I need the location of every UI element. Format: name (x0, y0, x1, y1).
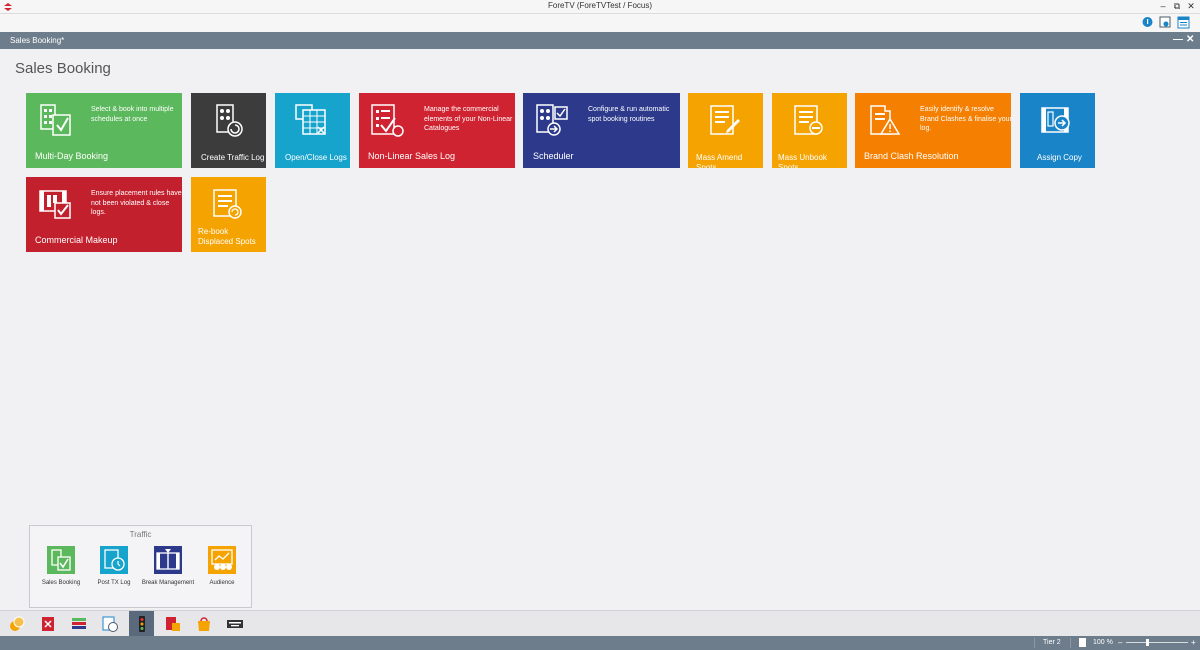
create-traffic-log-icon (216, 104, 243, 137)
commercial-makeup-icon (39, 190, 71, 219)
post-tx-log-icon (100, 546, 128, 574)
sales-report-icon[interactable] (164, 615, 182, 633)
zoom-in-button[interactable]: + (1191, 638, 1196, 647)
tile-multi-day-booking[interactable]: Select & book into multiple schedules at… (26, 93, 182, 168)
tile-description: Manage the commercial elements of your N… (424, 106, 513, 132)
tile-assign-copy[interactable]: Assign Copy (1020, 93, 1095, 168)
status-separator (1070, 638, 1071, 648)
shopping-bag-icon[interactable] (195, 615, 213, 633)
mass-amend-spots-icon (710, 105, 740, 135)
tile-label: Create Traffic Log (201, 153, 265, 162)
sales-booking-workspace: Sales Booking Select & book into multipl… (0, 49, 1200, 610)
tile-open-close-logs[interactable]: Open/Close Logs (275, 93, 350, 168)
mass-unbook-spots-icon (794, 105, 823, 135)
tile-mass-amend-spots[interactable]: Mass Amend Spots (688, 93, 763, 168)
tile-label: Commercial Makeup (35, 235, 118, 245)
tile-description: Easily identify & resolve Brand Clashes … (920, 106, 1011, 132)
zoom-level: 100 % (1093, 639, 1113, 646)
keyboard-icon[interactable] (226, 615, 244, 633)
tile-commercial-makeup[interactable]: Ensure placement rules have not been vio… (26, 177, 182, 252)
nav-item-label: Break Management (141, 580, 195, 586)
coins-icon[interactable] (8, 615, 26, 633)
tile-label: Open/Close Logs (285, 153, 347, 162)
preview-window-icon[interactable] (1159, 16, 1172, 29)
nav-item-audience[interactable]: Audience (195, 546, 249, 588)
tile-rebook-displaced-spots[interactable]: Re-book Displaced Spots (191, 177, 266, 252)
page-zoom-icon (1079, 638, 1086, 647)
nav-item-sales-booking[interactable]: Sales Booking (34, 546, 88, 588)
traffic-nav-panel: Traffic Sales Booking Post TX Log Break … (29, 525, 252, 608)
tile-scheduler[interactable]: Configure & run automatic spot booking r… (523, 93, 680, 168)
tile-description: Configure & run automatic spot booking r… (588, 106, 670, 123)
status-separator (1034, 638, 1035, 648)
tile-label: Re-book Displaced Spots (198, 227, 256, 246)
tier-indicator: Tier 2 (1043, 639, 1061, 646)
nav-item-label: Post TX Log (97, 580, 131, 586)
tile-label: Multi-Day Booking (35, 151, 109, 161)
module-taskbar (0, 610, 1200, 637)
top-toolstrip (0, 14, 1200, 32)
library-books-icon[interactable] (70, 615, 88, 633)
tile-label: Mass Unbook Spots (778, 153, 827, 168)
minimize-document-button[interactable]: — (1173, 34, 1183, 45)
break-management-icon (154, 546, 182, 574)
zoom-out-button[interactable]: – (1118, 638, 1122, 647)
tile-label: Non-Linear Sales Log (368, 151, 456, 161)
tile-label: Mass Amend Spots (696, 153, 743, 168)
tile-create-traffic-log[interactable]: Create Traffic Log (191, 93, 266, 168)
window-titlebar: ForeTV (ForeTVTest / Focus) – ⧉ ✕ (0, 0, 1200, 14)
document-tab-title[interactable]: Sales Booking* (10, 36, 64, 45)
nav-item-label: Audience (209, 580, 235, 586)
nav-item-break-management[interactable]: Break Management (141, 546, 195, 588)
tile-label: Assign Copy (1037, 153, 1082, 162)
nav-panel-title: Traffic (129, 530, 152, 539)
tile-mass-unbook-spots[interactable]: Mass Unbook Spots (772, 93, 847, 168)
open-close-logs-icon (295, 104, 326, 135)
tile-label: Scheduler (533, 151, 574, 161)
tile-non-linear-sales-log[interactable]: Manage the commercial elements of your N… (359, 93, 515, 168)
traffic-light-icon[interactable] (133, 615, 151, 633)
tile-description: Select & book into multiple schedules at… (91, 106, 174, 123)
minimize-window-button[interactable]: – (1156, 1, 1170, 12)
brand-clash-resolution-icon (870, 105, 901, 135)
zoom-slider-track[interactable] (1126, 642, 1188, 643)
nav-item-post-tx-log[interactable]: Post TX Log (87, 546, 141, 588)
schedule-clock-icon[interactable] (101, 615, 119, 633)
non-linear-sales-log-icon (371, 104, 404, 137)
assign-copy-icon (1041, 107, 1070, 133)
sales-booking-icon (47, 546, 75, 574)
audience-icon (208, 546, 236, 574)
help-chat-icon[interactable] (1141, 16, 1154, 29)
nav-item-label: Sales Booking (41, 580, 81, 586)
document-tab-bar: Sales Booking* — ✕ (0, 32, 1200, 49)
layout-panel-icon[interactable] (1177, 16, 1190, 29)
close-document-button[interactable]: ✕ (1186, 34, 1194, 45)
window-title: ForeTV (ForeTVTest / Focus) (547, 1, 653, 10)
tile-brand-clash-resolution[interactable]: Easily identify & resolve Brand Clashes … (855, 93, 1011, 168)
multi-day-booking-icon (40, 104, 71, 136)
tile-description: Ensure placement rules have not been vio… (91, 190, 182, 216)
delete-log-icon[interactable] (39, 615, 57, 633)
page-title: Sales Booking (15, 60, 111, 77)
zoom-slider-thumb[interactable] (1146, 639, 1149, 646)
tile-label: Brand Clash Resolution (864, 151, 959, 161)
rebook-displaced-spots-icon (213, 189, 242, 219)
status-bar: Tier 2 100 % – + (0, 636, 1200, 650)
scheduler-icon (536, 104, 568, 136)
close-window-button[interactable]: ✕ (1184, 1, 1198, 12)
restore-window-button[interactable]: ⧉ (1170, 1, 1184, 12)
